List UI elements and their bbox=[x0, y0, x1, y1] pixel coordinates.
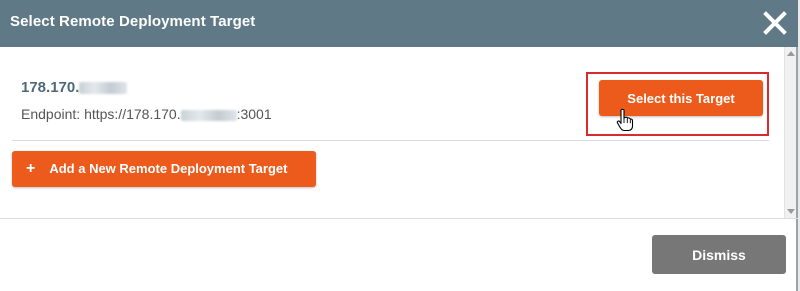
scroll-up-icon[interactable] bbox=[787, 51, 795, 56]
add-remote-target-label: Add a New Remote Deployment Target bbox=[49, 161, 288, 176]
remote-deployment-dialog: Select Remote Deployment Target 178.170.… bbox=[0, 0, 798, 291]
endpoint-url-suffix: :3001 bbox=[236, 106, 272, 122]
scroll-down-icon[interactable] bbox=[787, 209, 795, 214]
target-ip-prefix: 178.170. bbox=[21, 79, 80, 96]
target-ip: 178.170. bbox=[21, 79, 128, 96]
target-divider bbox=[12, 140, 769, 141]
dismiss-button[interactable]: Dismiss bbox=[652, 235, 786, 274]
add-remote-target-button[interactable]: + Add a New Remote Deployment Target bbox=[12, 151, 316, 187]
target-endpoint: Endpoint: https://178.170. :3001 bbox=[21, 106, 272, 122]
redacted-ip-segment bbox=[79, 82, 128, 95]
close-icon[interactable] bbox=[760, 8, 790, 38]
vertical-scrollbar[interactable] bbox=[784, 47, 796, 218]
endpoint-label: Endpoint: bbox=[21, 106, 85, 122]
hand-cursor-icon bbox=[615, 108, 635, 132]
endpoint-url-prefix: https://178.170. bbox=[84, 106, 181, 122]
footer-divider bbox=[0, 218, 798, 219]
dialog-title: Select Remote Deployment Target bbox=[10, 13, 256, 30]
dialog-header: Select Remote Deployment Target bbox=[0, 0, 798, 47]
redacted-endpoint-segment bbox=[180, 109, 237, 121]
plus-icon: + bbox=[26, 160, 36, 177]
